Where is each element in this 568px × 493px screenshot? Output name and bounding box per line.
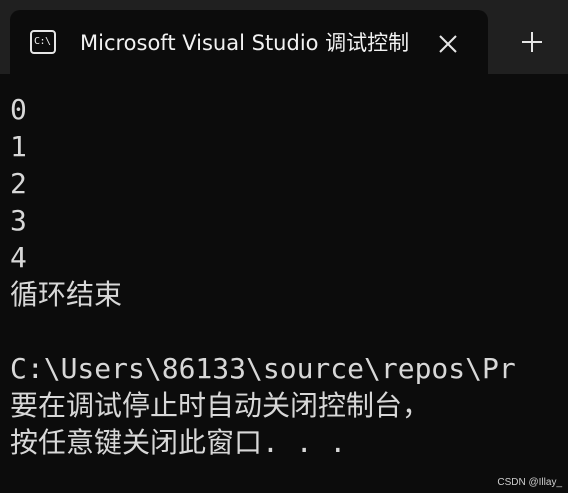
console-line: 4 — [10, 241, 27, 274]
close-icon[interactable] — [434, 30, 462, 58]
console-line: C:\Users\86133\source\repos\Pr — [10, 352, 516, 385]
tab-title: Microsoft Visual Studio 调试控制台 — [80, 31, 410, 55]
terminal-icon: C:\ — [30, 30, 56, 54]
console-line: 按任意键关闭此窗口. . . — [10, 426, 347, 459]
console-line: 0 — [10, 93, 27, 126]
plus-icon — [522, 32, 542, 52]
watermark: CSDN @Illay_ — [497, 477, 562, 488]
console-line: 2 — [10, 167, 27, 200]
terminal-icon-label: C:\ — [34, 36, 51, 47]
console-line: 3 — [10, 204, 27, 237]
console-line: 要在调试停止时自动关闭控制台， — [10, 389, 431, 422]
title-bar: C:\ Microsoft Visual Studio 调试控制台 — [0, 0, 568, 74]
new-tab-button[interactable] — [512, 22, 552, 62]
console-line: 1 — [10, 130, 27, 163]
console-output[interactable]: 0 1 2 3 4 循环结束 C:\Users\86133\source\rep… — [0, 74, 568, 493]
terminal-tab[interactable]: C:\ Microsoft Visual Studio 调试控制台 — [10, 10, 488, 74]
console-line: 循环结束 — [10, 278, 123, 311]
